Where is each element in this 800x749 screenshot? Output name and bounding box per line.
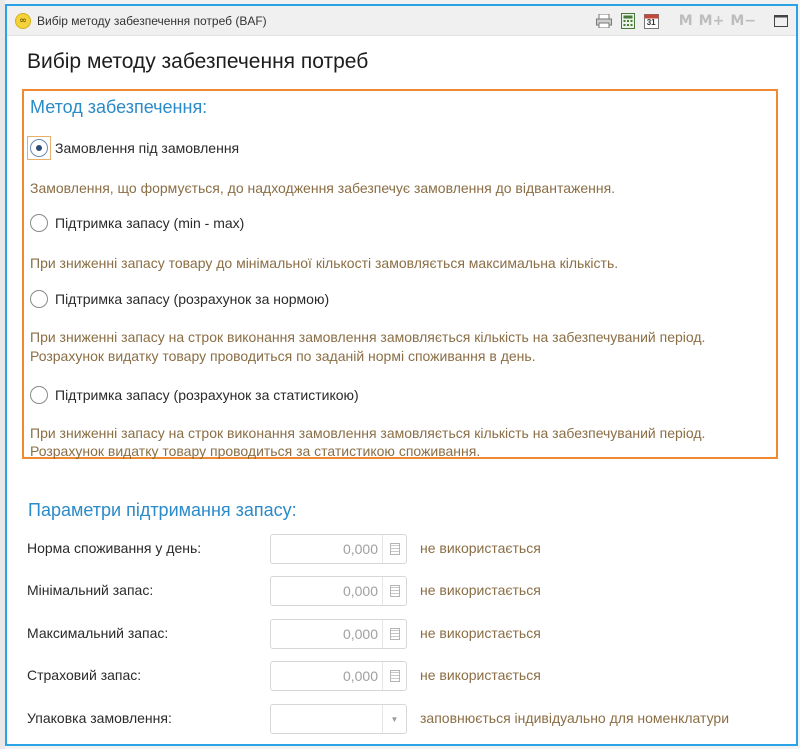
page-title: Вибір методу забезпечення потреб	[27, 50, 369, 73]
option-description: Замовлення, що формується, до надходженн…	[30, 180, 616, 196]
printer-icon[interactable]	[595, 12, 613, 30]
memory-button[interactable]: M	[679, 13, 693, 29]
safety-stock-input[interactable]: 0,000	[270, 661, 407, 691]
calendar-day: 31	[646, 18, 656, 27]
memory-minus-button[interactable]: M−	[730, 13, 756, 29]
calculator-icon[interactable]	[619, 12, 637, 30]
field-value: 0,000	[342, 583, 378, 599]
option-label: Замовлення під замовлення	[55, 140, 240, 156]
app-logo-icon: ∞	[15, 13, 31, 29]
param-label: Упаковка замовлення:	[27, 710, 172, 726]
param-note: не використається	[420, 667, 541, 683]
radio-button[interactable]	[30, 290, 48, 308]
radio-focus-frame	[27, 136, 51, 160]
param-note: не використається	[420, 582, 541, 598]
option-description: При зниженні запасу на строк виконання з…	[30, 425, 706, 441]
calculator-button[interactable]	[382, 662, 406, 690]
param-row-min-stock: Мінімальний запас: 0,000 не використаєть…	[27, 576, 787, 606]
field-value: 0,000	[342, 626, 378, 642]
calculator-button[interactable]	[382, 620, 406, 648]
param-label: Мінімальний запас:	[27, 582, 154, 598]
calculator-icon	[389, 670, 400, 682]
option-label: Підтримка запасу (розрахунок за статисти…	[55, 387, 359, 403]
radio-frame	[27, 383, 51, 407]
param-note: не використається	[420, 540, 541, 556]
radio-frame	[27, 287, 51, 311]
calculator-button[interactable]	[382, 535, 406, 563]
packaging-select[interactable]: ▼	[270, 704, 407, 734]
field-value: 0,000	[342, 541, 378, 557]
params-heading: Параметри підтримання запасу:	[28, 500, 297, 520]
option-by-norm[interactable]: Підтримка запасу (розрахунок за нормою)	[27, 288, 329, 310]
method-heading: Метод забезпечення:	[30, 97, 208, 117]
param-label: Норма споживання у день:	[27, 540, 202, 556]
param-row-safety-stock: Страховий запас: 0,000 не використається	[27, 661, 787, 691]
radio-button[interactable]	[30, 214, 48, 232]
window-title: Вибір методу забезпечення потреб (BAF)	[37, 14, 267, 28]
option-min-max[interactable]: Підтримка запасу (min - max)	[27, 212, 244, 234]
param-row-packaging: Упаковка замовлення: ▼ заповнюється інди…	[27, 704, 787, 734]
option-description: Розрахунок видатку товару проводиться за…	[30, 443, 481, 459]
dropdown-arrow-icon[interactable]: ▼	[382, 705, 406, 733]
param-label: Максимальний запас:	[27, 625, 169, 641]
param-row-daily-norm: Норма споживання у день: 0,000 не викори…	[27, 534, 787, 564]
radio-dot	[36, 145, 42, 151]
calculator-button[interactable]	[382, 577, 406, 605]
option-label: Підтримка запасу (розрахунок за нормою)	[55, 291, 330, 307]
calculator-icon	[389, 543, 400, 555]
option-label: Підтримка запасу (min - max)	[55, 215, 245, 231]
radio-button[interactable]	[30, 386, 48, 404]
dialog-frame: ∞ Вибір методу забезпечення потреб (BAF)…	[5, 4, 798, 746]
max-stock-input[interactable]: 0,000	[270, 619, 407, 649]
calendar-icon[interactable]: 31	[643, 12, 661, 30]
param-note: не використається	[420, 625, 541, 641]
radio-frame	[27, 211, 51, 235]
option-description: При зниженні запасу на строк виконання з…	[30, 329, 706, 345]
radio-button[interactable]	[30, 139, 48, 157]
maximize-icon[interactable]	[772, 12, 790, 30]
option-by-statistics[interactable]: Підтримка запасу (розрахунок за статисти…	[27, 384, 359, 406]
param-row-max-stock: Максимальний запас: 0,000 не використаєт…	[27, 619, 787, 649]
param-note: заповнюється індивідуально для номенклат…	[420, 710, 730, 726]
option-order-to-order[interactable]: Замовлення під замовлення	[27, 136, 240, 160]
daily-norm-input[interactable]: 0,000	[270, 534, 407, 564]
min-stock-input[interactable]: 0,000	[270, 576, 407, 606]
option-description: При зниженні запасу товару до мінімально…	[30, 255, 619, 271]
calculator-icon	[389, 628, 400, 640]
calculator-icon	[389, 585, 400, 597]
param-label: Страховий запас:	[27, 667, 142, 683]
field-value: 0,000	[342, 668, 378, 684]
title-bar-toolbar: 31 M M+ M−	[595, 11, 790, 31]
memory-plus-button[interactable]: M+	[699, 13, 725, 29]
option-description: Розрахунок видатку товару проводиться по…	[30, 348, 536, 364]
title-bar: ∞ Вибір методу забезпечення потреб (BAF)…	[7, 6, 796, 36]
dialog-window: ∞ Вибір методу забезпечення потреб (BAF)…	[0, 0, 800, 749]
method-section: Метод забезпечення: Замовлення під замов…	[22, 89, 778, 459]
